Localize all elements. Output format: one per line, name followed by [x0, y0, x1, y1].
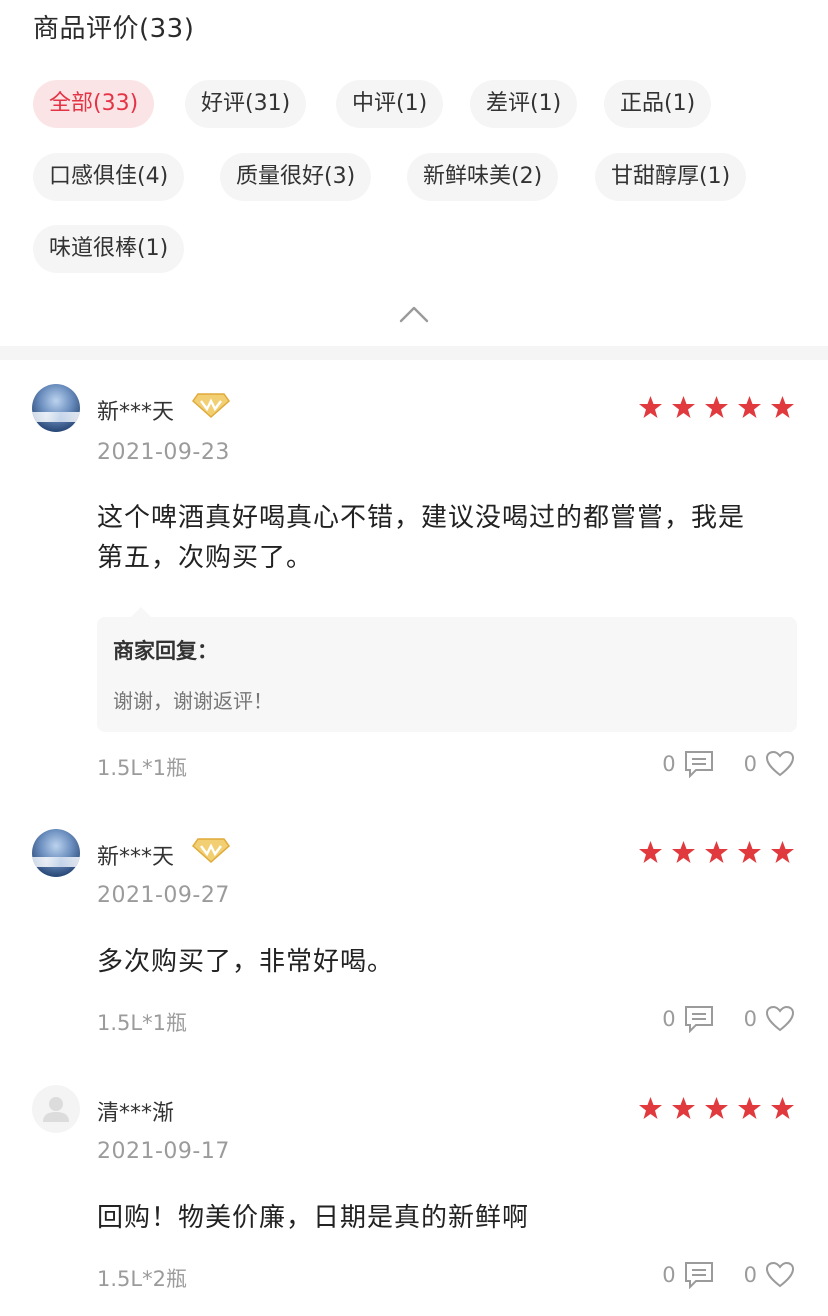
heart-icon	[765, 1261, 795, 1288]
page-title: 商品评价(33)	[33, 14, 195, 44]
merchant-reply: 商家回复： 谢谢，谢谢返评！	[97, 607, 797, 732]
review-item: 新***天 2021-09-23 这个啤酒真好喝真心不错，建议没喝过的都嘗嘗，我…	[0, 360, 828, 790]
star-icon	[639, 1097, 662, 1119]
review-item: 新***天 2021-09-27 多次购买了，非常好喝。 1.5L*1瓶 0 0	[0, 805, 828, 1045]
tag-tastes-great[interactable]: 味道很棒(1)	[33, 225, 185, 273]
review-actions: 0 0	[662, 750, 795, 778]
heart-icon	[765, 1005, 795, 1032]
review-item: 清***渐 2021-09-17 回购！物美价廉，日期是真的新鲜啊 1.5L*2…	[0, 1061, 828, 1316]
product-spec: 1.5L*1瓶	[97, 756, 187, 780]
star-icon	[672, 1097, 695, 1119]
star-icon	[672, 841, 695, 863]
star-icon	[738, 841, 761, 863]
star-icon	[771, 1097, 794, 1119]
review-content-line: 第五，次购买了。	[97, 543, 314, 573]
comment-icon	[684, 1262, 713, 1289]
like-count: 0	[743, 752, 757, 776]
tag-negative[interactable]: 差评(1)	[470, 80, 578, 128]
rating-stars	[638, 1096, 795, 1120]
reviewer-name: 新***天	[97, 845, 175, 870]
avatar	[32, 384, 80, 432]
tag-good-quality[interactable]: 质量很好(3)	[220, 153, 372, 201]
tag-authentic[interactable]: 正品(1)	[604, 80, 712, 128]
product-spec: 1.5L*1瓶	[97, 1011, 187, 1035]
like-button[interactable]: 0	[744, 1005, 795, 1033]
tag-sweet-mellow[interactable]: 甘甜醇厚(1)	[595, 153, 747, 201]
tag-great-taste[interactable]: 口感俱佳(4)	[33, 153, 185, 201]
comment-button[interactable]: 0	[662, 750, 713, 778]
tag-positive[interactable]: 好评(31)	[185, 80, 307, 128]
star-icon	[672, 396, 695, 418]
tag-neutral[interactable]: 中评(1)	[336, 80, 444, 128]
review-date: 2021-09-23	[97, 440, 230, 465]
rating-stars	[638, 840, 795, 864]
review-date: 2021-09-17	[97, 1139, 230, 1164]
star-icon	[738, 396, 761, 418]
star-icon	[705, 841, 728, 863]
star-icon	[771, 841, 794, 863]
like-button[interactable]: 0	[744, 1261, 795, 1289]
star-icon	[705, 1097, 728, 1119]
review-content-line: 这个啤酒真好喝真心不错，建议没喝过的都嘗嘗，我是	[97, 503, 746, 533]
heart-icon	[765, 750, 795, 777]
star-icon	[639, 841, 662, 863]
star-icon	[705, 396, 728, 418]
reply-label: 商家回复：	[113, 639, 218, 663]
avatar	[32, 1085, 80, 1133]
comment-icon	[684, 1006, 713, 1033]
comment-icon	[684, 751, 713, 778]
comment-count: 0	[662, 1007, 676, 1031]
star-icon	[771, 396, 794, 418]
vip-badge-icon	[191, 838, 231, 864]
comment-count: 0	[662, 1263, 676, 1287]
comment-button[interactable]: 0	[662, 1005, 713, 1033]
tag-all[interactable]: 全部(33)	[33, 80, 155, 128]
chevron-up-icon[interactable]	[399, 305, 429, 323]
comment-count: 0	[662, 752, 676, 776]
vip-badge-icon	[191, 393, 231, 419]
review-actions: 0 0	[662, 1261, 795, 1289]
review-content-line: 回购！物美价廉，日期是真的新鲜啊	[97, 1203, 530, 1233]
star-icon	[738, 1097, 761, 1119]
review-content: 这个啤酒真好喝真心不错，建议没喝过的都嘗嘗，我是 第五，次购买了。	[97, 498, 797, 578]
review-date: 2021-09-27	[97, 883, 230, 908]
reviewer-name: 新***天	[97, 400, 175, 425]
review-actions: 0 0	[662, 1005, 795, 1033]
comment-button[interactable]: 0	[662, 1261, 713, 1289]
product-spec: 1.5L*2瓶	[97, 1267, 187, 1291]
review-content: 多次购买了，非常好喝。	[97, 942, 797, 982]
like-count: 0	[743, 1263, 757, 1287]
star-icon	[639, 396, 662, 418]
review-content: 回购！物美价廉，日期是真的新鲜啊	[97, 1198, 797, 1238]
default-avatar-icon	[43, 1097, 69, 1122]
reply-text: 谢谢，谢谢返评！	[113, 689, 273, 713]
review-content-line: 多次购买了，非常好喝。	[97, 947, 395, 977]
like-count: 0	[743, 1007, 757, 1031]
avatar	[32, 829, 80, 877]
section-divider	[0, 346, 828, 360]
rating-stars	[638, 395, 795, 419]
reviewer-name: 清***渐	[97, 1101, 175, 1126]
like-button[interactable]: 0	[744, 750, 795, 778]
tag-fresh-delicious[interactable]: 新鲜味美(2)	[407, 153, 559, 201]
